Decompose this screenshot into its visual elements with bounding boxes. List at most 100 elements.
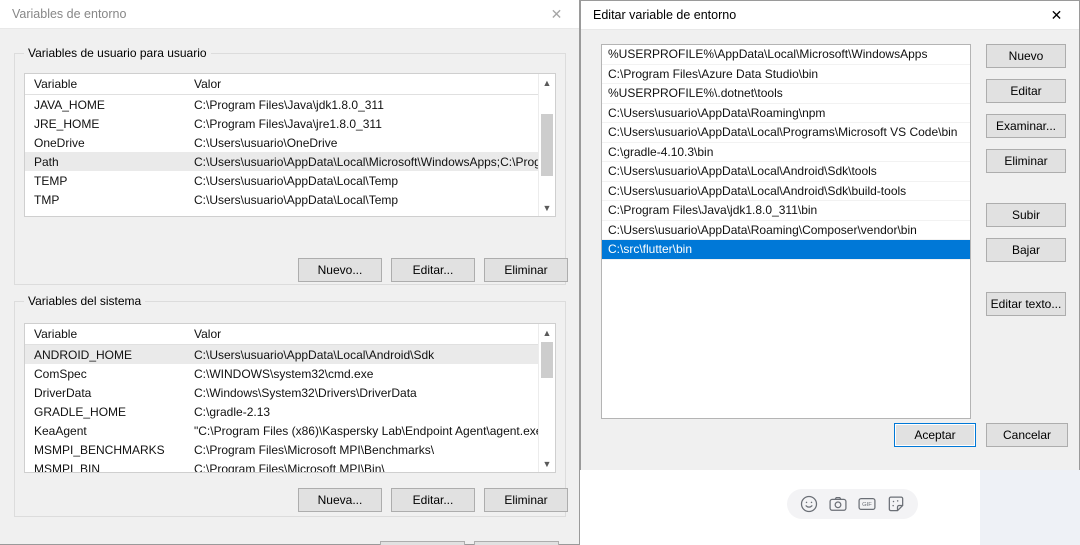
table-row[interactable]: JAVA_HOME C:\Program Files\Java\jdk1.8.0_… <box>25 95 555 114</box>
cell-variable: ComSpec <box>34 366 87 381</box>
cell-value: C:\Users\usuario\OneDrive <box>194 135 338 150</box>
table-row[interactable]: MSMPI_BENCHMARKS C:\Program Files\Microso… <box>25 440 555 459</box>
path-list-item[interactable]: C:\Users\usuario\AppData\Roaming\npm <box>602 104 970 123</box>
edit-cancel-button[interactable]: Cancelar <box>986 423 1068 447</box>
system-var-2-button[interactable]: Editar... <box>391 488 475 512</box>
table-row[interactable]: TMP C:\Users\usuario\AppData\Local\Temp <box>25 190 555 209</box>
user-var-2-button[interactable]: Editar... <box>391 258 475 282</box>
table-row[interactable]: MSMPI_BIN C:\Program Files\Microsoft MPI\… <box>25 459 555 473</box>
table-row[interactable]: ANDROID_HOME C:\Users\usuario\AppData\Loc… <box>25 345 555 364</box>
user-col-value: Valor <box>194 77 222 91</box>
path-action-buttons: Nuevo Editar Examinar... Eliminar Subir Bajar… <box>986 44 1066 327</box>
cell-value: C:\Program Files\Java\jdk1.8.0_311 <box>194 97 384 112</box>
cell-variable: JRE_HOME <box>34 116 100 131</box>
edit-dialog-body: %USERPROFILE%\AppData\Local\Microsoft\Wi… <box>581 30 1079 470</box>
environment-variables-dialog: Variables de entorno ✕ Variables de usua… <box>0 0 580 545</box>
path-list-item[interactable]: C:\Program Files\Java\jdk1.8.0_311\bin <box>602 201 970 221</box>
cell-value: C:\Users\usuario\AppData\Local\Temp <box>194 192 399 207</box>
camera-icon[interactable] <box>828 494 848 514</box>
cell-variable: JAVA_HOME <box>34 97 105 112</box>
user-variables-table[interactable]: Variable Valor JAVA_HOME C:\Program Files… <box>24 73 556 217</box>
path-browse-button[interactable]: Examinar... <box>986 114 1066 138</box>
emoji-icon[interactable] <box>799 494 819 514</box>
path-list-item[interactable]: C:\Users\usuario\AppData\Local\Android\S… <box>602 162 970 182</box>
path-list-item[interactable]: C:\Users\usuario\AppData\Local\Android\S… <box>602 182 970 201</box>
scroll-thumb[interactable] <box>541 114 553 176</box>
path-list-item[interactable]: C:\Users\usuario\AppData\Roaming\Compose… <box>602 221 970 240</box>
cell-value: C:\Users\usuario\AppData\Local\Temp <box>194 173 399 188</box>
user-col-variable: Variable <box>34 77 78 91</box>
cell-value: C:\Program Files\Java\jre1.8.0_311 <box>194 116 382 131</box>
cell-variable: MSMPI_BENCHMARKS <box>34 442 165 457</box>
system-table-rows: ANDROID_HOME C:\Users\usuario\AppData\Loc… <box>25 345 555 473</box>
user-var-1-button[interactable]: Nuevo... <box>298 258 382 282</box>
system-variables-table[interactable]: Variable Valor ANDROID_HOME C:\Users\usua… <box>24 323 556 473</box>
env-dialog-body: Variables de usuario para usuario Variab… <box>0 29 579 545</box>
cell-value: C:\WINDOWS\system32\cmd.exe <box>194 366 374 381</box>
user-variables-buttons: Nuevo... Editar... Eliminar <box>298 258 568 282</box>
path-entries-list[interactable]: %USERPROFILE%\AppData\Local\Microsoft\Wi… <box>601 44 971 419</box>
cell-value: C:\gradle-2.13 <box>194 404 271 419</box>
scroll-thumb[interactable] <box>541 342 553 378</box>
message-compose-bar: GIF <box>580 478 980 530</box>
cell-variable: ANDROID_HOME <box>34 347 133 362</box>
edit-dialog-titlebar: Editar variable de entorno ✕ <box>581 1 1079 30</box>
cell-value: C:\Program Files\Microsoft MPI\Bin\ <box>194 461 385 473</box>
path-move-down-button[interactable]: Bajar <box>986 238 1066 262</box>
scroll-up-icon[interactable]: ▲ <box>539 324 555 341</box>
scroll-down-icon[interactable]: ▼ <box>539 455 555 472</box>
table-row[interactable]: GRADLE_HOME C:\gradle-2.13 <box>25 402 555 421</box>
system-col-variable: Variable <box>34 327 78 341</box>
sticker-icon[interactable] <box>886 494 906 514</box>
path-delete-button[interactable]: Eliminar <box>986 149 1066 173</box>
edit-dialog-footer: Aceptar Cancelar <box>894 423 1068 447</box>
path-list-item[interactable]: C:\Users\usuario\AppData\Local\Programs\… <box>602 123 970 143</box>
table-row[interactable]: KeaAgent "C:\Program Files (x86)\Kaspersk… <box>25 421 555 440</box>
user-variables-legend: Variables de usuario para usuario <box>24 46 211 60</box>
gif-icon[interactable]: GIF <box>857 494 877 514</box>
system-table-scrollbar[interactable]: ▲ ▼ <box>538 324 555 472</box>
cell-variable: TMP <box>34 192 60 207</box>
env-dialog-titlebar: Variables de entorno ✕ <box>0 0 579 29</box>
cell-variable: TEMP <box>34 173 68 188</box>
env-cancel-button[interactable]: Cancelar <box>474 541 559 545</box>
cell-variable: GRADLE_HOME <box>34 404 127 419</box>
scroll-up-icon[interactable]: ▲ <box>539 74 555 91</box>
user-var-3-button[interactable]: Eliminar <box>484 258 568 282</box>
path-list-item[interactable]: C:\gradle-4.10.3\bin <box>602 143 970 162</box>
table-row[interactable]: Path C:\Users\usuario\AppData\Local\Micro… <box>25 152 555 171</box>
path-new-button[interactable]: Nuevo <box>986 44 1066 68</box>
path-move-up-button[interactable]: Subir <box>986 203 1066 227</box>
cell-variable: DriverData <box>34 385 92 400</box>
cell-value: "C:\Program Files (x86)\Kaspersky Lab\En… <box>194 423 547 438</box>
path-list-item[interactable]: C:\src\flutter\bin <box>602 240 970 260</box>
user-table-rows: JAVA_HOME C:\Program Files\Java\jdk1.8.0_… <box>25 95 555 209</box>
cell-value: C:\Users\usuario\AppData\Local\Android\S… <box>194 347 435 362</box>
close-icon[interactable]: ✕ <box>534 0 579 28</box>
cell-variable: Path <box>34 154 59 169</box>
table-row[interactable]: ComSpec C:\WINDOWS\system32\cmd.exe <box>25 364 555 383</box>
close-icon[interactable]: ✕ <box>1034 1 1079 29</box>
path-list-item[interactable]: %USERPROFILE%\AppData\Local\Microsoft\Wi… <box>602 45 970 65</box>
scroll-down-icon[interactable]: ▼ <box>539 199 555 216</box>
system-var-1-button[interactable]: Nueva... <box>298 488 382 512</box>
system-var-3-button[interactable]: Eliminar <box>484 488 568 512</box>
env-dialog-title: Variables de entorno <box>12 7 127 21</box>
edit-accept-button[interactable]: Aceptar <box>894 423 976 447</box>
env-accept-button[interactable]: Aceptar <box>380 541 465 545</box>
path-edit-text-button[interactable]: Editar texto... <box>986 292 1066 316</box>
edit-environment-variable-dialog: Editar variable de entorno ✕ %USERPROFIL… <box>580 0 1080 470</box>
path-edit-button[interactable]: Editar <box>986 79 1066 103</box>
system-table-header: Variable Valor <box>25 324 555 345</box>
table-row[interactable]: JRE_HOME C:\Program Files\Java\jre1.8.0_3… <box>25 114 555 133</box>
table-row[interactable]: DriverData C:\Windows\System32\Drivers\Dr… <box>25 383 555 402</box>
path-list-item[interactable]: C:\Program Files\Azure Data Studio\bin <box>602 65 970 84</box>
table-row[interactable]: TEMP C:\Users\usuario\AppData\Local\Temp <box>25 171 555 190</box>
table-row[interactable]: OneDrive C:\Users\usuario\OneDrive <box>25 133 555 152</box>
compose-actions-group: GIF <box>787 489 918 519</box>
user-table-header: Variable Valor <box>25 74 555 95</box>
cell-variable: MSMPI_BIN <box>34 461 101 473</box>
cell-variable: OneDrive <box>34 135 85 150</box>
user-table-scrollbar[interactable]: ▲ ▼ <box>538 74 555 216</box>
path-list-item[interactable]: %USERPROFILE%\.dotnet\tools <box>602 84 970 104</box>
